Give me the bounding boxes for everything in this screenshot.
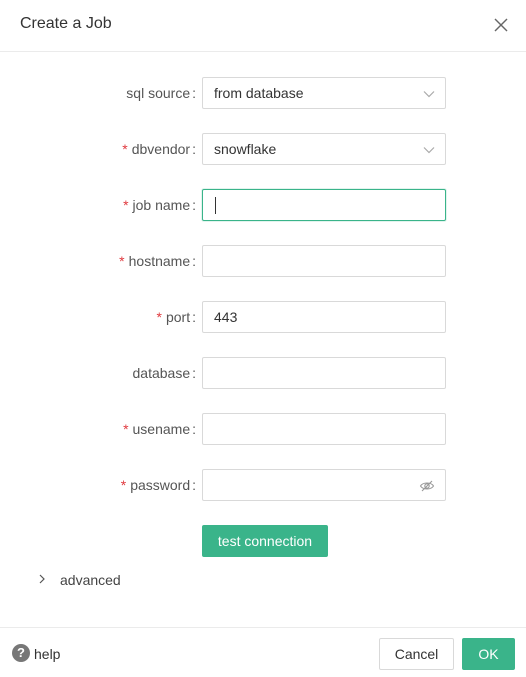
test-connection-button[interactable]: test connection	[202, 525, 328, 557]
port-label: * port:	[156, 309, 196, 325]
job-name-input[interactable]	[202, 189, 446, 221]
database-label: database:	[132, 365, 197, 381]
sql-source-select[interactable]: from database	[202, 77, 446, 109]
form-row-sql-source: sql source: from database	[0, 77, 526, 109]
help-icon: ?	[12, 644, 30, 662]
form-row-database: database:	[0, 357, 526, 389]
usename-label: * usename:	[123, 421, 196, 437]
form-row-usename: * usename:	[0, 413, 526, 445]
form-row-port: * port: 443	[0, 301, 526, 333]
sql-source-label: sql source:	[126, 85, 196, 101]
database-input[interactable]	[202, 357, 446, 389]
eye-hidden-icon[interactable]	[419, 478, 435, 494]
advanced-label: advanced	[60, 572, 121, 588]
chevron-down-icon	[423, 91, 435, 98]
form-row-password: * password:	[0, 469, 526, 501]
job-name-label: * job name:	[123, 197, 196, 213]
cancel-button[interactable]: Cancel	[379, 638, 454, 670]
dialog-header: Create a Job	[0, 0, 526, 52]
dialog-footer: ? help Cancel OK	[0, 627, 526, 677]
dialog-title: Create a Job	[20, 15, 112, 32]
form-row-hostname: * hostname:	[0, 245, 526, 277]
form-row-job-name: * job name:	[0, 189, 526, 221]
password-input[interactable]	[202, 469, 446, 501]
form-row-dbvendor: * dbvendor: snowflake	[0, 133, 526, 165]
port-input[interactable]: 443	[202, 301, 446, 333]
hostname-input[interactable]	[202, 245, 446, 277]
chevron-right-icon	[39, 574, 45, 584]
hostname-label: * hostname:	[119, 253, 196, 269]
help-label: help	[34, 646, 61, 662]
dbvendor-label: * dbvendor:	[122, 141, 196, 157]
chevron-down-icon	[423, 147, 435, 154]
password-label: * password:	[120, 477, 196, 493]
usename-input[interactable]	[202, 413, 446, 445]
text-cursor	[215, 197, 216, 214]
dbvendor-select[interactable]: snowflake	[202, 133, 446, 165]
ok-button[interactable]: OK	[462, 638, 515, 670]
create-job-dialog: Create a Job sql source: from database *…	[0, 0, 526, 677]
close-icon[interactable]	[490, 14, 512, 36]
